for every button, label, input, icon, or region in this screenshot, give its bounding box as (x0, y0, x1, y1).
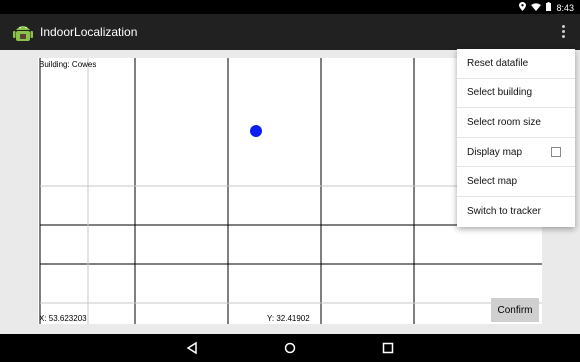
menu-item-label: Display map (467, 146, 523, 158)
menu-item-select-building[interactable]: Select building (457, 79, 575, 109)
menu-item-switch-to-tracker[interactable]: Switch to tracker (457, 197, 575, 227)
coordinate-x: X: 53.623203 (39, 314, 87, 323)
building-label: Building: Cowes (39, 60, 97, 69)
menu-item-label: Select room size (467, 116, 541, 128)
menu-item-reset-datafile[interactable]: Reset datafile (457, 49, 575, 79)
home-icon[interactable] (283, 341, 297, 355)
checkbox-icon[interactable] (551, 147, 561, 158)
menu-item-label: Select building (467, 87, 533, 99)
coordinate-y: Y: 32.41902 (267, 314, 310, 323)
confirm-button[interactable]: Confirm (491, 298, 539, 322)
back-icon[interactable] (185, 341, 199, 355)
menu-item-label: Select map (467, 176, 518, 188)
overflow-menu: Reset datafile Select building Select ro… (457, 49, 575, 227)
menu-item-label: Reset datafile (467, 57, 529, 69)
menu-item-select-map[interactable]: Select map (457, 167, 575, 197)
recents-icon[interactable] (381, 341, 395, 355)
navigation-bar (0, 334, 580, 362)
menu-item-display-map[interactable]: Display map (457, 138, 575, 168)
location-point (250, 125, 262, 137)
menu-item-label: Switch to tracker (467, 206, 541, 218)
menu-item-select-room-size[interactable]: Select room size (457, 108, 575, 138)
